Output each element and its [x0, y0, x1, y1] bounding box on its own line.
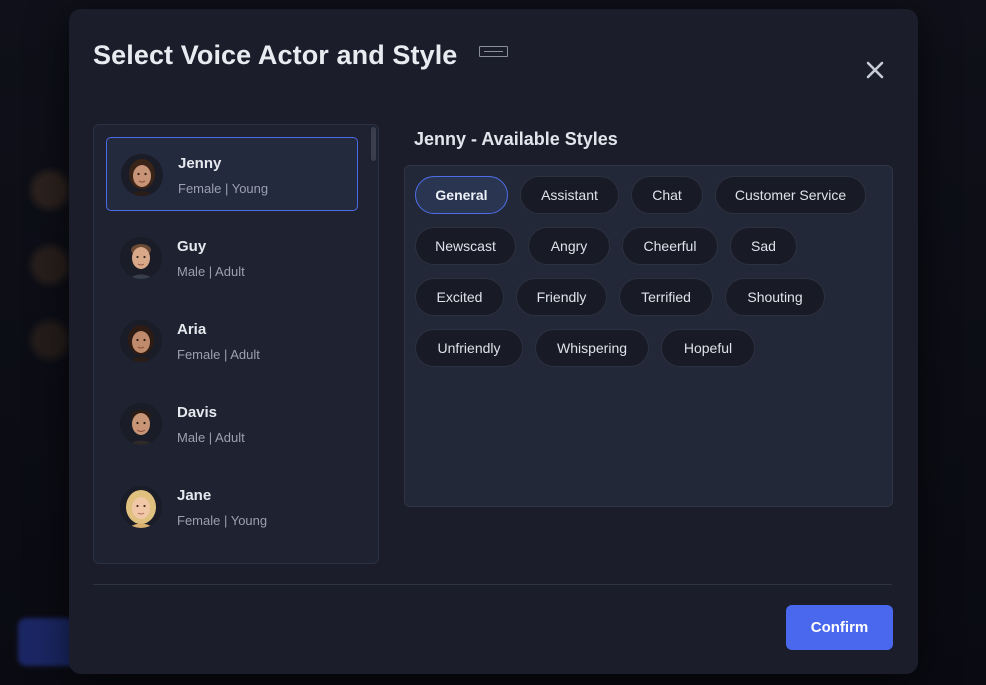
style-chip-whispering[interactable]: Whispering — [535, 329, 649, 367]
voice-select-modal: Select Voice Actor and Style Jenny Femal… — [69, 9, 918, 674]
voice-name: Jane — [177, 487, 212, 504]
style-chip-cheerful[interactable]: Cheerful — [622, 227, 718, 265]
style-chip-newscast[interactable]: Newscast — [415, 227, 516, 265]
style-chip-customer-service[interactable]: Customer Service — [715, 176, 866, 214]
style-chip-terrified[interactable]: Terrified — [619, 278, 713, 316]
voice-meta: Female | Young — [178, 181, 269, 196]
style-chip-sad[interactable]: Sad — [730, 227, 797, 265]
voice-name: Aria — [177, 321, 207, 338]
voice-item-guy[interactable]: Guy Male | Adult — [106, 221, 358, 295]
style-chip-friendly[interactable]: Friendly — [516, 278, 607, 316]
close-icon — [866, 61, 884, 79]
style-chip-chat[interactable]: Chat — [631, 176, 703, 214]
confirm-button[interactable]: Confirm — [786, 605, 893, 650]
voice-meta: Female | Adult — [177, 347, 260, 362]
avatar — [120, 237, 162, 279]
style-chip-shouting[interactable]: Shouting — [725, 278, 825, 316]
style-chip-hopeful[interactable]: Hopeful — [661, 329, 755, 367]
voice-name: Jenny — [178, 155, 222, 172]
avatar — [120, 320, 162, 362]
voice-list[interactable]: Jenny Female | Young Guy Male | Adult Ar… — [93, 124, 379, 564]
style-chip-general[interactable]: General — [415, 176, 508, 214]
avatar — [120, 403, 162, 445]
voice-name: Davis — [177, 404, 218, 421]
avatar — [121, 154, 163, 196]
voice-meta: Female | Young — [177, 513, 268, 528]
style-chip-excited[interactable]: Excited — [415, 278, 504, 316]
style-chip-assistant[interactable]: Assistant — [520, 176, 619, 214]
voice-item-jane[interactable]: Jane Female | Young — [106, 470, 358, 544]
voice-meta: Male | Adult — [177, 430, 245, 445]
voice-name: Guy — [177, 238, 207, 255]
styles-heading: Jenny - Available Styles — [414, 129, 618, 149]
voice-item-aria[interactable]: Aria Female | Adult — [106, 304, 358, 378]
voice-item-davis[interactable]: Davis Male | Adult — [106, 387, 358, 461]
style-chip-angry[interactable]: Angry — [528, 227, 610, 265]
close-button[interactable] — [861, 56, 889, 84]
voice-list-scrollbar[interactable] — [371, 127, 376, 161]
footer-divider — [93, 584, 892, 585]
voice-meta: Male | Adult — [177, 264, 245, 279]
minimize-icon — [479, 46, 508, 57]
avatar — [120, 486, 162, 528]
voice-item-jenny[interactable]: Jenny Female | Young — [106, 137, 358, 211]
style-chip-unfriendly[interactable]: Unfriendly — [415, 329, 523, 367]
modal-title: Select Voice Actor and Style — [93, 40, 458, 70]
styles-panel: General Assistant Chat Customer Service … — [404, 165, 893, 507]
